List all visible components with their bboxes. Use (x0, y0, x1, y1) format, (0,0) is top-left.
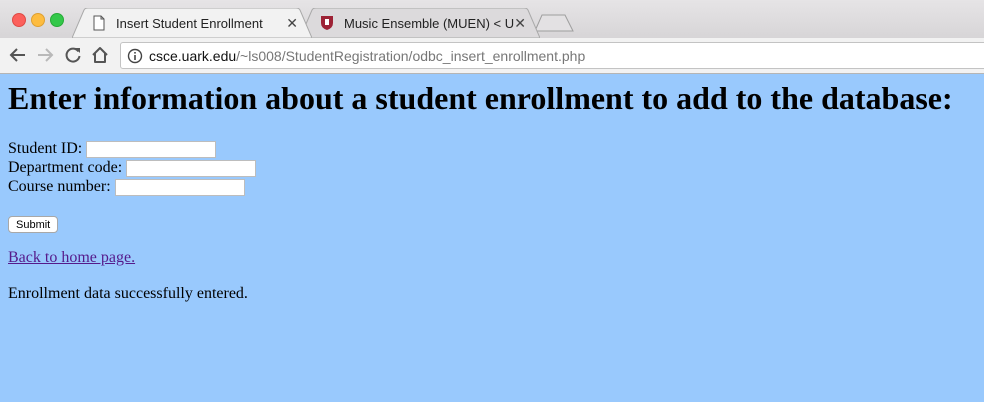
browser-titlebar: Music Ensemble (MUEN) < Uni ✕ Insert Stu… (0, 0, 984, 38)
student-id-row: Student ID: (8, 140, 217, 158)
tab-title: Insert Student Enrollment (116, 15, 263, 31)
student-id-label: Student ID: (8, 140, 83, 157)
url-path: /~ls008/StudentRegistration/odbc_insert_… (236, 47, 586, 64)
department-code-input[interactable] (126, 159, 257, 177)
reload-button[interactable] (62, 44, 84, 66)
zoom-window-button[interactable] (50, 13, 64, 27)
browser-toolbar: csce.uark.edu/~ls008/StudentRegistration… (0, 38, 984, 74)
page-content: Enter information about a student enroll… (0, 74, 984, 402)
submit-button[interactable]: Submit (8, 216, 59, 233)
forward-arrow-icon (38, 48, 54, 62)
department-code-label: Department code: (8, 159, 123, 176)
site-info-icon[interactable] (127, 48, 143, 64)
status-message: Enrollment data successfully entered. (8, 285, 248, 302)
url-host: csce.uark.edu (149, 47, 237, 64)
university-shield-icon (321, 16, 333, 30)
tab-close-icon[interactable]: ✕ (286, 15, 298, 32)
home-icon (92, 47, 108, 63)
tab-title: Music Ensemble (MUEN) < Uni (344, 15, 514, 31)
department-code-row: Department code: (8, 159, 257, 177)
page-icon (93, 15, 105, 31)
page-heading: Enter information about a student enroll… (8, 80, 953, 116)
tab-insert-student-enrollment[interactable]: Insert Student Enrollment ✕ (72, 8, 312, 38)
tab-close-icon[interactable]: ✕ (514, 15, 526, 32)
reload-icon (65, 47, 81, 63)
course-number-label: Course number: (8, 178, 111, 195)
new-tab-button[interactable] (534, 14, 574, 32)
course-number-input[interactable] (114, 178, 245, 196)
tab-music-ensemble[interactable]: Music Ensemble (MUEN) < Uni ✕ (300, 8, 540, 38)
back-arrow-icon (9, 48, 25, 62)
back-button[interactable] (7, 44, 29, 66)
course-number-row: Course number: (8, 178, 245, 196)
back-to-home-link[interactable]: Back to home page. (8, 249, 135, 267)
close-window-button[interactable] (12, 13, 26, 27)
address-bar[interactable]: csce.uark.edu/~ls008/StudentRegistration… (120, 42, 984, 69)
minimize-window-button[interactable] (31, 13, 45, 27)
home-button[interactable] (89, 44, 111, 66)
forward-button[interactable] (34, 44, 56, 66)
student-id-input[interactable] (86, 140, 217, 158)
